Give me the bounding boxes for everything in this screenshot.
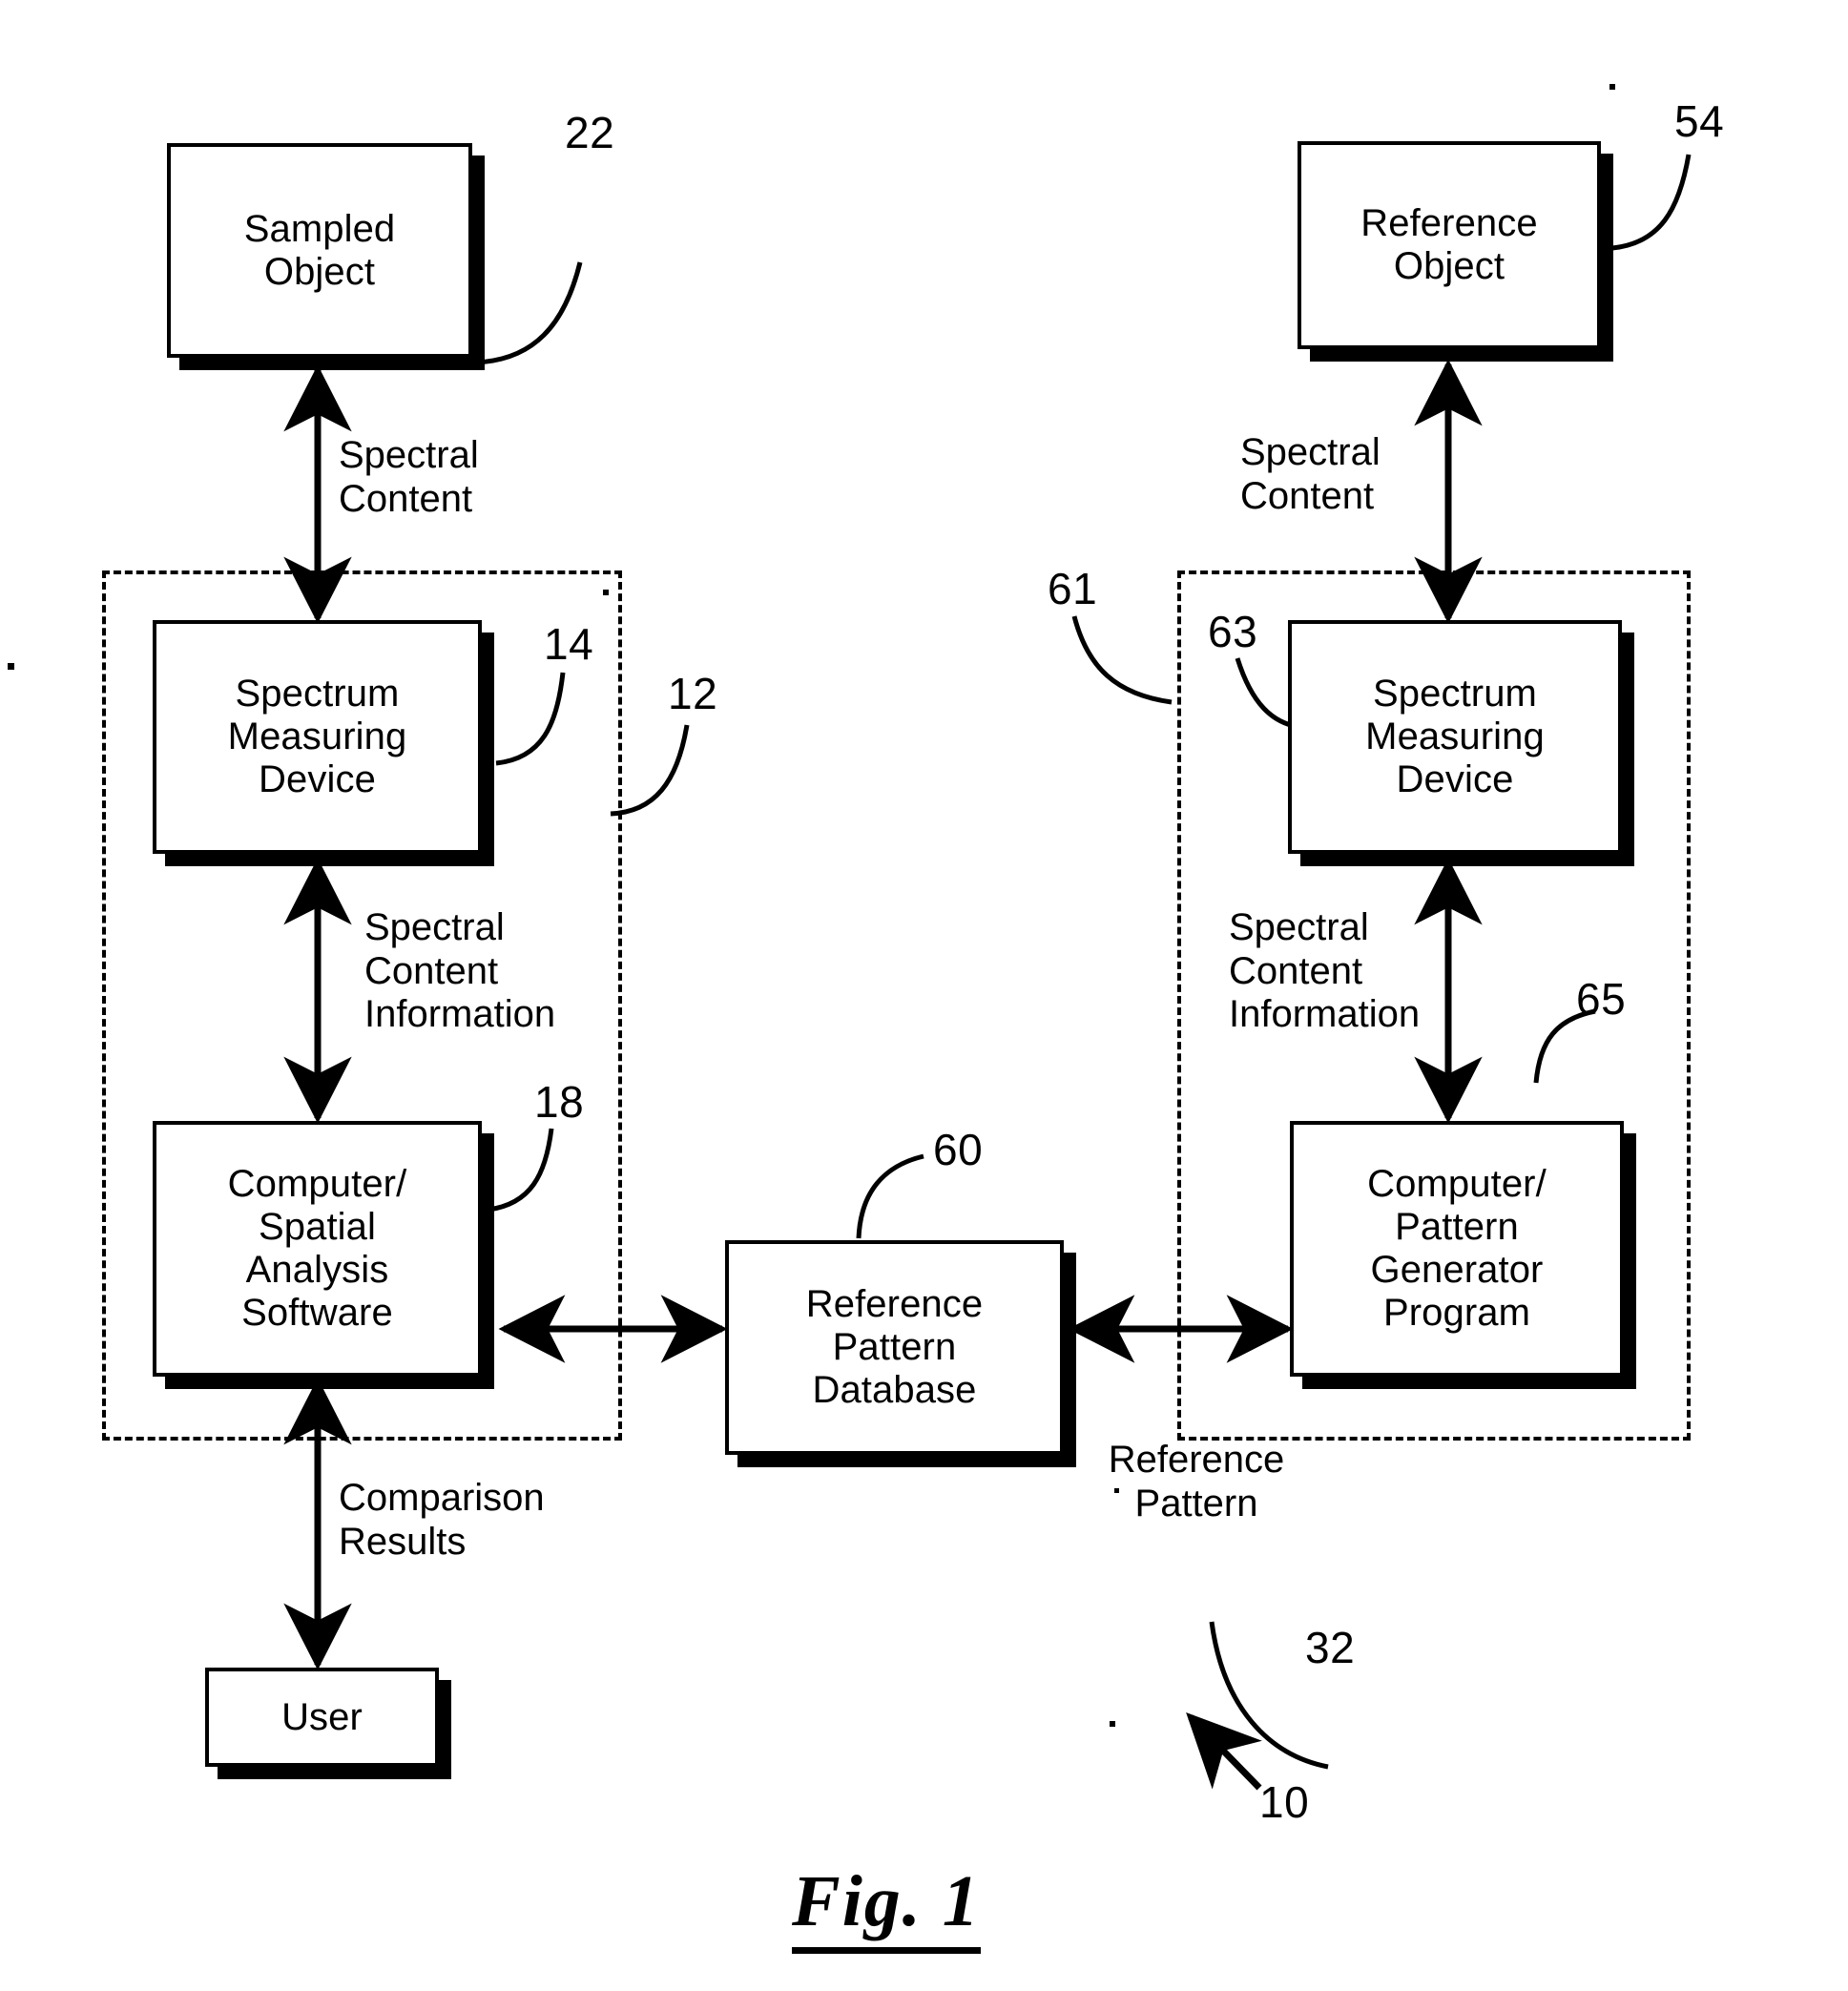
refnum-12: 12 (668, 669, 718, 718)
node-reference-pattern-database[interactable]: Reference Pattern Database (725, 1240, 1064, 1455)
edge-label-spectral-content-information-right: Spectral Content Information (1229, 906, 1421, 1036)
refnum-60: 60 (933, 1125, 984, 1174)
node-spectrum-measuring-device-right[interactable]: Spectrum Measuring Device (1288, 620, 1622, 854)
refnum-10: 10 (1259, 1777, 1310, 1827)
node-user[interactable]: User (205, 1668, 439, 1767)
node-reference-object-label: Reference Object (1360, 202, 1538, 287)
refnum-63: 63 (1208, 607, 1258, 656)
node-spectrum-measuring-device-left[interactable]: Spectrum Measuring Device (153, 620, 482, 854)
refnum-22: 22 (565, 108, 615, 157)
node-computer-pattern-generator-program-label: Computer/ Pattern Generator Program (1367, 1163, 1547, 1334)
refnum-54: 54 (1674, 96, 1725, 146)
edge-label-spectral-content-information-left: Spectral Content Information (364, 906, 556, 1036)
node-user-label: User (281, 1695, 363, 1738)
node-sampled-object[interactable]: Sampled Object (167, 143, 472, 358)
refnum-32: 32 (1305, 1623, 1356, 1672)
scan-speck (1609, 84, 1615, 90)
figure-caption: Fig. 1 (792, 1860, 981, 1954)
node-computer-pattern-generator-program[interactable]: Computer/ Pattern Generator Program (1290, 1121, 1624, 1377)
node-computer-spatial-analysis-software-label: Computer/ Spatial Analysis Software (227, 1163, 407, 1334)
refnum-14: 14 (544, 619, 594, 669)
node-spectrum-measuring-device-left-label: Spectrum Measuring Device (227, 673, 407, 800)
node-reference-pattern-database-label: Reference Pattern Database (805, 1283, 984, 1411)
edge-label-comparison-results: Comparison Results (339, 1477, 545, 1563)
refnum-65: 65 (1576, 974, 1627, 1024)
refnum-18: 18 (534, 1077, 585, 1127)
node-computer-spatial-analysis-software[interactable]: Computer/ Spatial Analysis Software (153, 1121, 482, 1377)
node-reference-object[interactable]: Reference Object (1298, 141, 1601, 349)
edge-label-spectral-content-right: Spectral Content (1240, 431, 1381, 517)
node-spectrum-measuring-device-right-label: Spectrum Measuring Device (1365, 673, 1545, 800)
scan-speck (1110, 1721, 1115, 1727)
figure-canvas: Sampled Object Spectrum Measuring Device… (0, 0, 1848, 1991)
refnum-61: 61 (1048, 564, 1098, 613)
edge-label-reference-pattern: Reference Pattern (1108, 1439, 1285, 1524)
scan-speck (8, 663, 14, 670)
edge-label-spectral-content-left: Spectral Content (339, 434, 479, 520)
node-sampled-object-label: Sampled Object (243, 207, 396, 293)
